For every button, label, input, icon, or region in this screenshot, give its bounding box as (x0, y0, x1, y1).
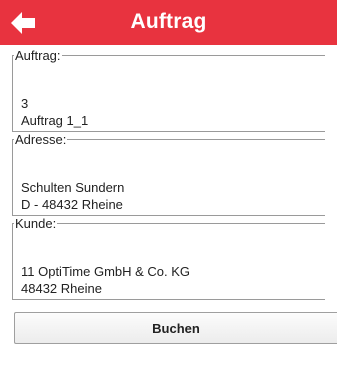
auftrag-section: Auftrag: 3 Auftrag 1_1 (12, 48, 325, 132)
auftrag-name: Auftrag 1_1 (21, 113, 89, 128)
kunde-legend: Kunde: (15, 216, 57, 231)
adresse-line2: D - 48432 Rheine (21, 197, 123, 212)
app-header: Auftrag (0, 0, 337, 45)
auftrag-number: 3 (21, 96, 29, 111)
adresse-section: Adresse: Schulten Sundern D - 48432 Rhei… (12, 132, 325, 216)
auftrag-legend: Auftrag: (15, 48, 61, 63)
kunde-line1: 11 OptiTime GmbH & Co. KG (21, 264, 191, 279)
kunde-line2: 48432 Rheine (21, 281, 102, 296)
book-button[interactable]: Buchen (14, 312, 337, 344)
kunde-section: Kunde: 11 OptiTime GmbH & Co. KG 48432 R… (12, 216, 325, 300)
adresse-legend: Adresse: (15, 132, 67, 147)
adresse-line1: Schulten Sundern (21, 180, 125, 195)
page-title: Auftrag (130, 10, 207, 33)
